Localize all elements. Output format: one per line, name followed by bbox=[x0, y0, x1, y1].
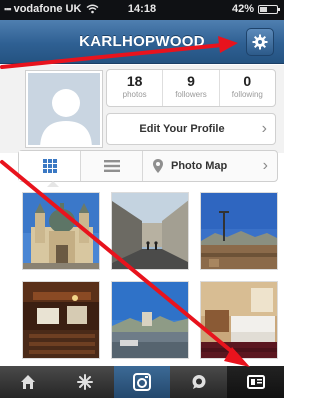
page-title: KARLHOPWOOD bbox=[79, 33, 205, 50]
stat-followers-count: 9 bbox=[187, 73, 195, 89]
camera-tab[interactable] bbox=[113, 366, 171, 398]
photo-waterfront[interactable] bbox=[111, 281, 189, 359]
edit-profile-button[interactable]: Edit Your Profile › bbox=[106, 113, 276, 145]
photo-hotel-room[interactable] bbox=[200, 281, 278, 359]
photo-harbour[interactable] bbox=[200, 192, 278, 270]
chevron-right-icon: › bbox=[262, 157, 268, 174]
view-toggle-bar: Photo Map › bbox=[18, 150, 278, 182]
profile-header: 18 photos 9 followers 0 following Edit Y… bbox=[0, 65, 284, 153]
map-pin-icon bbox=[153, 159, 163, 173]
list-icon bbox=[103, 160, 120, 172]
photo-lecture-hall[interactable] bbox=[22, 281, 100, 359]
photo-street[interactable] bbox=[111, 192, 189, 270]
gear-icon bbox=[252, 34, 268, 50]
camera-icon bbox=[132, 373, 151, 391]
battery-percent: 42% bbox=[231, 3, 254, 15]
stat-following-label: following bbox=[231, 90, 263, 99]
home-icon bbox=[21, 375, 36, 389]
home-tab[interactable] bbox=[0, 366, 57, 398]
stat-followers-label: followers bbox=[175, 90, 207, 99]
avatar-placeholder-icon bbox=[28, 73, 100, 145]
speech-bubble-icon bbox=[192, 375, 206, 389]
list-view-button[interactable] bbox=[81, 151, 143, 181]
explore-tab[interactable] bbox=[57, 366, 114, 398]
stat-followers[interactable]: 9 followers bbox=[163, 70, 220, 106]
grid-icon bbox=[42, 159, 57, 173]
tab-bar bbox=[0, 366, 284, 398]
avatar[interactable] bbox=[26, 71, 102, 147]
photo-map-button[interactable]: Photo Map › bbox=[143, 151, 277, 181]
grid-view-button[interactable] bbox=[19, 151, 81, 181]
star-icon bbox=[77, 374, 94, 390]
navigation-bar: KARLHOPWOOD bbox=[0, 20, 284, 64]
chevron-right-icon: › bbox=[261, 120, 267, 137]
edit-profile-label: Edit Your Profile bbox=[139, 123, 225, 135]
profile-tab[interactable] bbox=[227, 366, 284, 398]
news-tab[interactable] bbox=[170, 366, 227, 398]
battery-icon bbox=[258, 4, 280, 14]
stat-following-count: 0 bbox=[243, 73, 252, 89]
photo-cathedral[interactable] bbox=[22, 192, 100, 270]
profile-card-icon bbox=[246, 375, 265, 389]
battery-fill bbox=[260, 6, 267, 12]
stat-photos-count: 18 bbox=[126, 73, 143, 89]
selected-view-caret bbox=[47, 181, 59, 187]
stat-photos-label: photos bbox=[122, 90, 147, 99]
photo-map-label: Photo Map bbox=[171, 160, 228, 172]
settings-button[interactable] bbox=[246, 28, 274, 56]
status-bar: ▪▪▪ vodafone UK 14:18 42% bbox=[0, 0, 284, 20]
stat-photos[interactable]: 18 photos bbox=[107, 70, 164, 106]
stat-following[interactable]: 0 following bbox=[220, 70, 275, 106]
profile-stats: 18 photos 9 followers 0 following bbox=[106, 69, 276, 107]
instagram-profile-screen: ▪▪▪ vodafone UK 14:18 42% KARLHOPWOOD 18… bbox=[0, 0, 284, 398]
photo-grid bbox=[22, 192, 278, 364]
